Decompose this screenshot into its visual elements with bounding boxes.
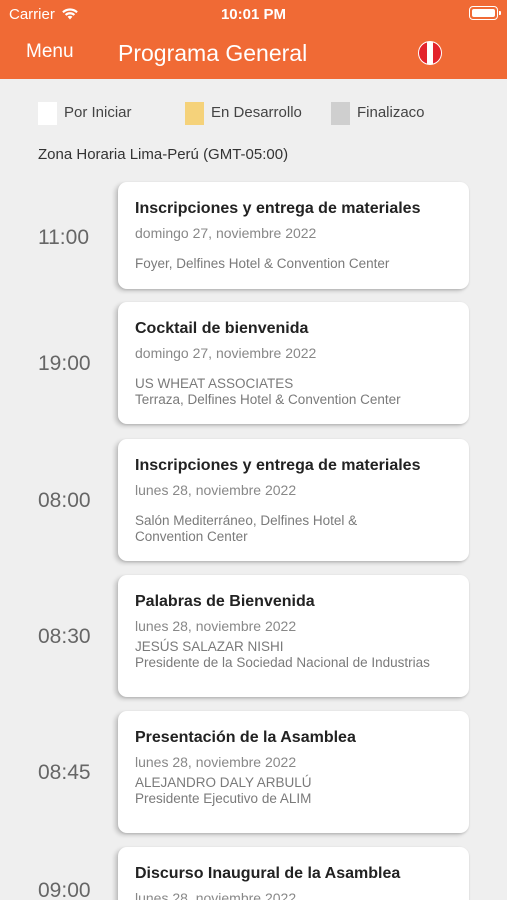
legend-label: En Desarrollo xyxy=(211,104,302,121)
event-date: domingo 27, noviembre 2022 xyxy=(135,225,317,241)
event-detail: Terraza, Delfines Hotel & Convention Cen… xyxy=(135,392,401,407)
peru-flag-icon[interactable] xyxy=(418,41,442,65)
legend-label: Por Iniciar xyxy=(64,104,132,121)
event-speaker: ALEJANDRO DALY ARBULÚ xyxy=(135,775,312,790)
event-title: Palabras de Bienvenida xyxy=(135,593,315,610)
event-date: lunes 28, noviembre 2022 xyxy=(135,890,297,900)
event-title: Discurso Inaugural de la Asamblea xyxy=(135,865,401,882)
event-date: lunes 28, noviembre 2022 xyxy=(135,618,297,634)
event-title: Inscripciones y entrega de materiales xyxy=(135,200,421,217)
event-time: 19:00 xyxy=(38,352,91,375)
event-detail: Presidente de la Sociedad Nacional de In… xyxy=(135,655,430,670)
timezone-label: Zona Horaria Lima-Perú (GMT-05:00) xyxy=(38,146,289,163)
event-card[interactable]: Inscripciones y entrega de materiales lun… xyxy=(118,439,469,561)
event-detail: Presidente Ejecutivo de ALIM xyxy=(135,791,312,806)
menu-button[interactable]: Menu xyxy=(26,41,74,63)
event-time: 11:00 xyxy=(38,226,89,249)
status-time: 10:01 PM xyxy=(220,6,287,23)
event-detail: US WHEAT ASSOCIATES xyxy=(135,376,294,391)
event-detail: Convention Center xyxy=(135,529,248,544)
battery-icon xyxy=(469,6,501,20)
event-date: lunes 28, noviembre 2022 xyxy=(135,754,297,770)
event-detail: Salón Mediterráneo, Delfines Hotel & xyxy=(135,513,358,528)
navigation-bar: Menu Programa General xyxy=(0,28,507,79)
app-header-area: Carrier 10:01 PM Menu Programa General xyxy=(0,0,507,79)
event-card[interactable]: Cocktail de bienvenida domingo 27, noviem… xyxy=(118,302,469,424)
event-title: Inscripciones y entrega de materiales xyxy=(135,457,421,474)
legend-swatch xyxy=(331,102,350,125)
event-time: 08:00 xyxy=(38,489,91,512)
event-card[interactable]: Palabras de Bienvenida lunes 28, noviembr… xyxy=(118,575,469,697)
status-bar: Carrier 10:01 PM xyxy=(0,0,507,28)
event-title: Cocktail de bienvenida xyxy=(135,320,309,337)
status-legend: Por Iniciar En Desarrollo Finalizaco xyxy=(0,100,507,126)
event-date: lunes 28, noviembre 2022 xyxy=(135,482,297,498)
legend-swatch xyxy=(185,102,204,125)
event-title: Presentación de la Asamblea xyxy=(135,729,356,746)
page-title: Programa General xyxy=(118,40,308,66)
legend-swatch xyxy=(38,102,57,125)
event-time: 08:30 xyxy=(38,625,91,648)
legend-label: Finalizaco xyxy=(357,104,425,121)
event-time: 09:00 xyxy=(38,879,91,900)
event-card[interactable]: Inscripciones y entrega de materiales dom… xyxy=(118,182,469,289)
event-speaker: JESÚS SALAZAR NISHI xyxy=(135,639,284,654)
event-card[interactable]: Presentación de la Asamblea lunes 28, nov… xyxy=(118,711,469,833)
event-time: 08:45 xyxy=(38,761,91,784)
event-detail: Foyer, Delfines Hotel & Convention Cente… xyxy=(135,256,390,271)
event-card[interactable]: Discurso Inaugural de la Asamblea lunes 2… xyxy=(118,847,469,900)
event-date: domingo 27, noviembre 2022 xyxy=(135,345,317,361)
